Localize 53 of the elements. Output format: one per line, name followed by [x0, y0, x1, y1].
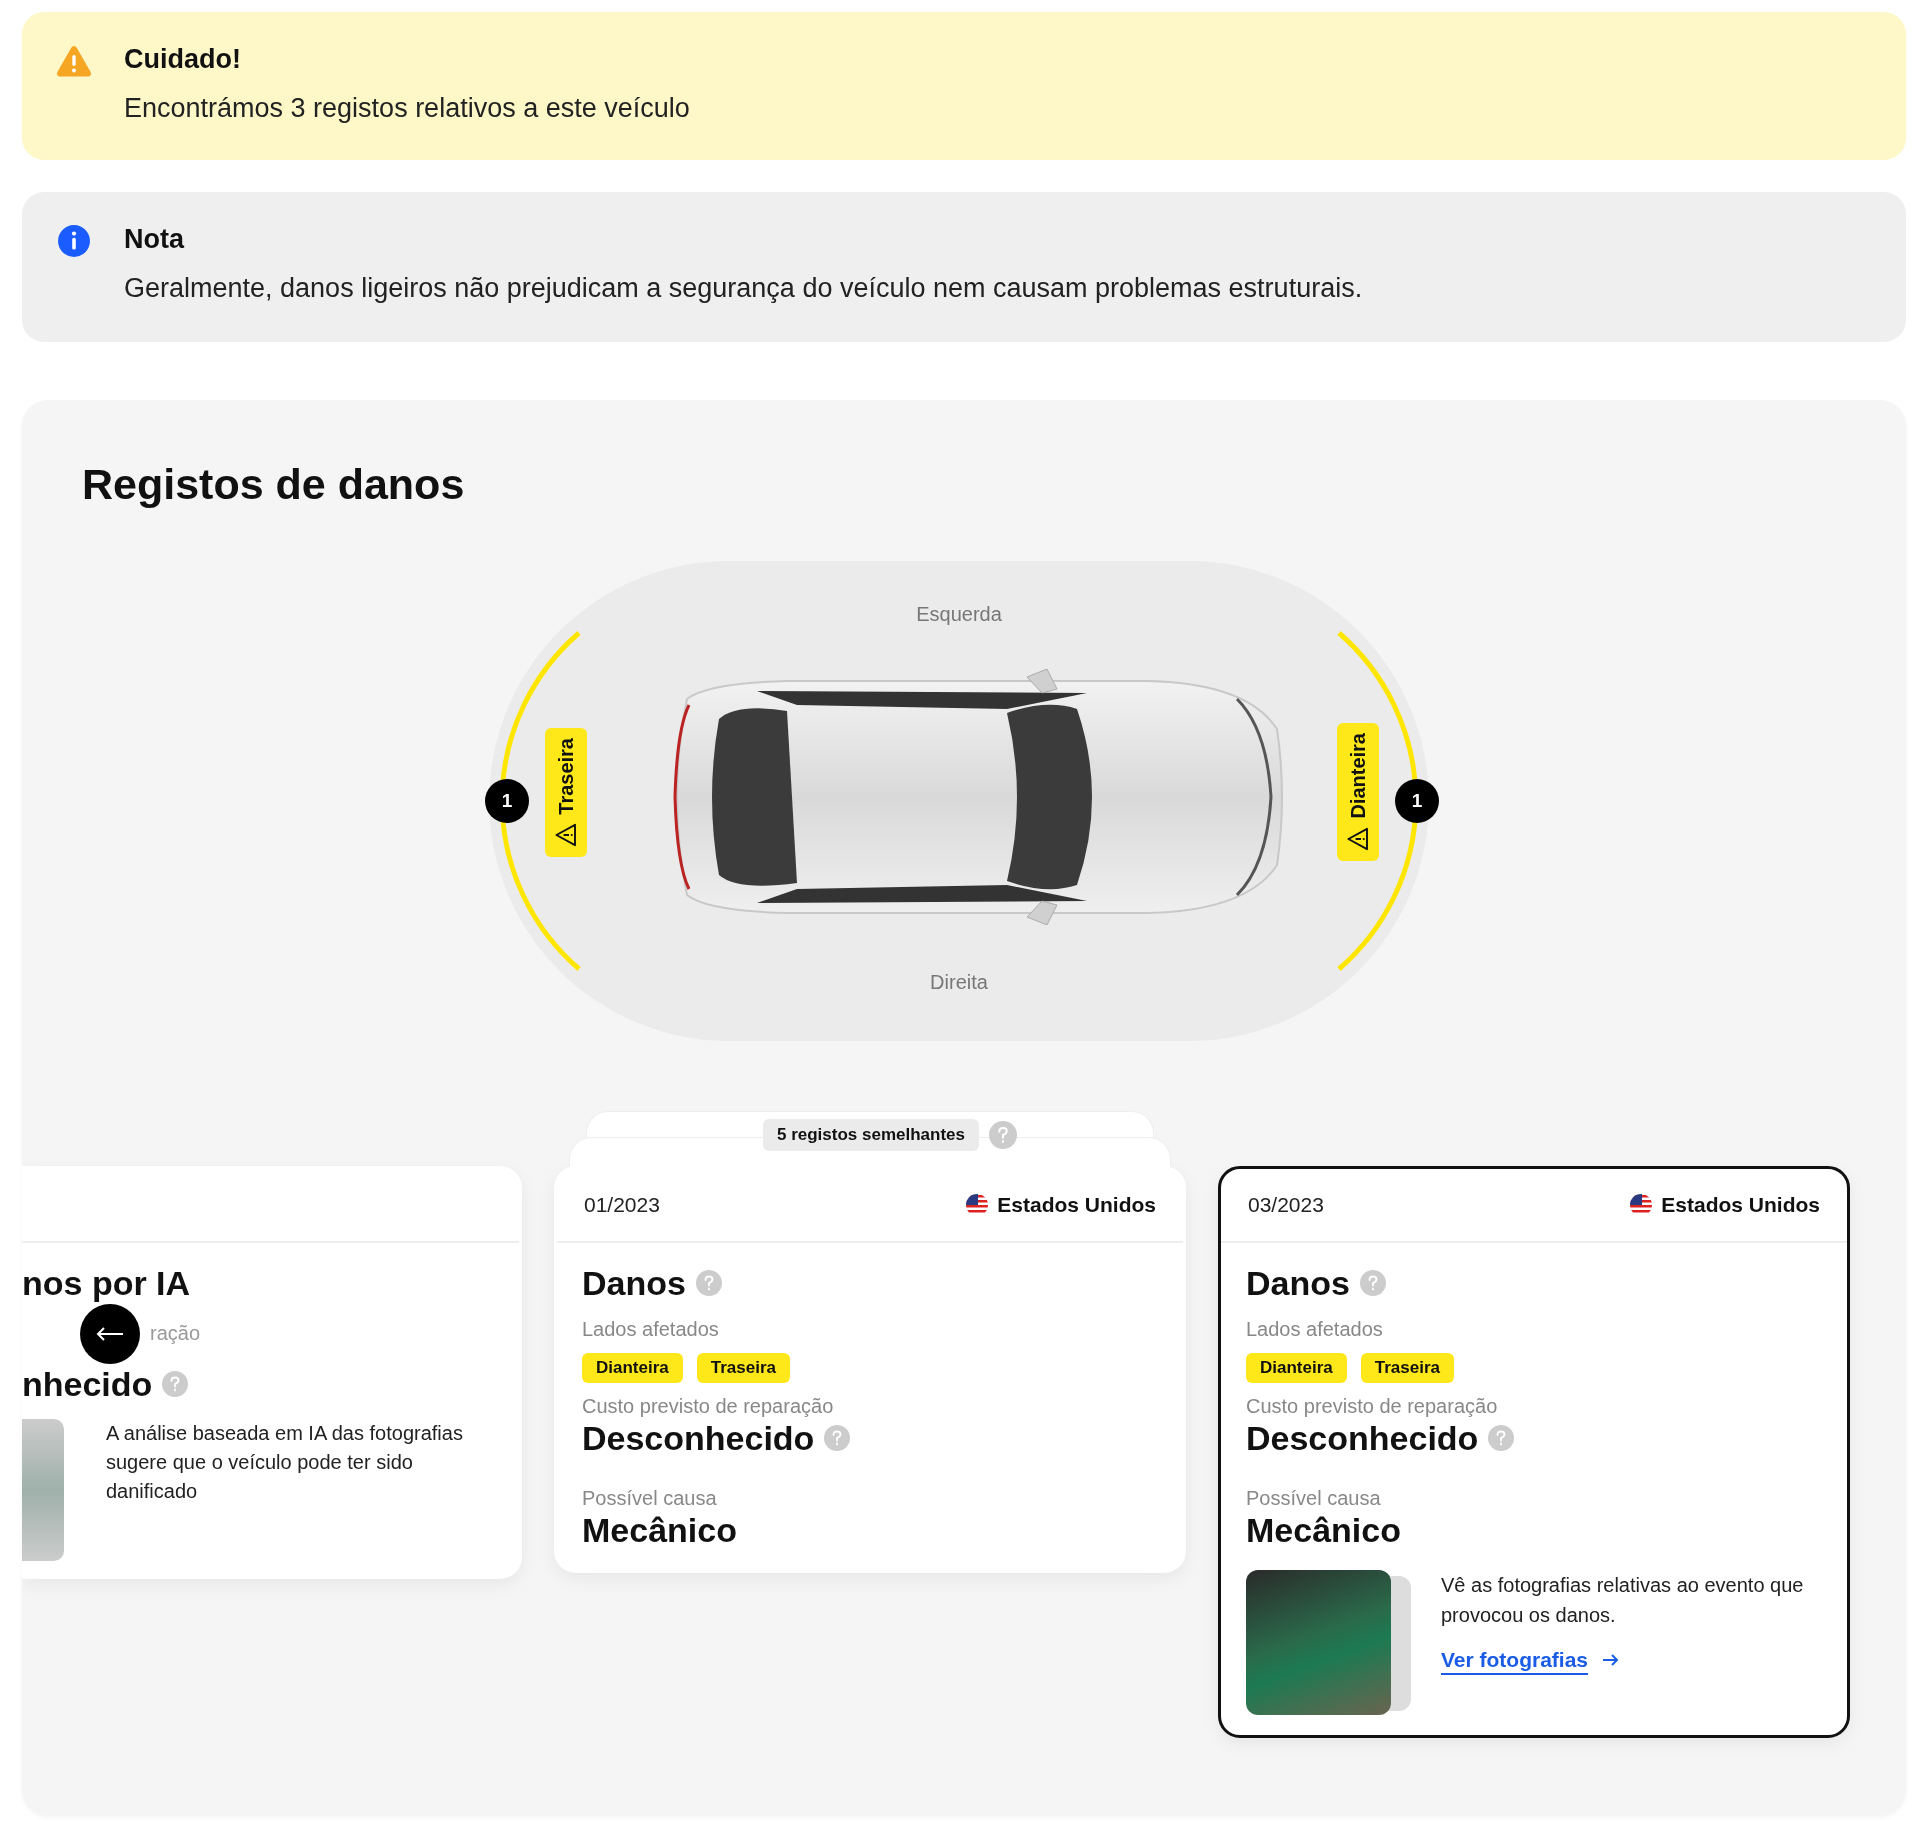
help-icon[interactable]	[695, 1270, 722, 1297]
card-description: A análise baseada em IA das fotografias sugere que o veículo pode ter sido danificado	[106, 1420, 464, 1504]
field-label: ração	[150, 1322, 201, 1346]
info-icon	[56, 224, 92, 258]
similar-records-badge: 5 registos semelhantes	[763, 1119, 979, 1151]
help-icon[interactable]	[1359, 1270, 1386, 1297]
card-title: Danos	[1246, 1263, 1350, 1304]
alert-title: Nota	[124, 224, 186, 255]
photos-description: Vê as fotografias relativas ao evento que provocou os danos.	[1441, 1573, 1805, 1629]
card-title: Danos	[582, 1263, 686, 1304]
field-value: nhecido	[22, 1363, 153, 1405]
side-label: Esquerda	[916, 603, 1002, 626]
help-icon[interactable]	[1488, 1425, 1515, 1452]
record-country: Estados Unidos	[1661, 1193, 1820, 1217]
record-card[interactable]: 01/2023 Estados Unidos Danos Lados afetados Dianteira Traseira Custo previsto de reparação Desconhecido Possível causa Mecânico	[554, 1166, 1186, 1574]
right-arrow-icon	[1602, 1653, 1621, 1668]
alert-message: Encontrámos 3 registos relativos a este veículo	[124, 93, 690, 124]
alert-message: Geralmente, danos ligeiros não prejudicam a segurança do veículo nem causam problemas estruturais.	[124, 273, 1363, 304]
record-country: Estados Unidos	[997, 1193, 1156, 1217]
side-tag: Dianteira	[1246, 1352, 1347, 1383]
field-value: Mecânico	[582, 1509, 738, 1551]
field-label: Lados afetados	[582, 1317, 720, 1341]
alert-title: Cuidado!	[124, 44, 242, 75]
side-tag: Traseira	[1360, 1352, 1454, 1383]
field-label: Possível causa	[1246, 1486, 1382, 1510]
field-value: Desconhecido	[1246, 1417, 1479, 1459]
field-label: Custo previsto de reparação	[1246, 1394, 1499, 1418]
side-tag: Dianteira	[582, 1352, 683, 1383]
field-label: Custo previsto de reparação	[582, 1394, 835, 1418]
count-badge: 1	[485, 779, 529, 823]
field-value: Desconhecido	[582, 1417, 815, 1459]
help-icon[interactable]	[989, 1121, 1017, 1149]
warning-icon	[56, 44, 92, 78]
record-card[interactable]	[1218, 1166, 1850, 1739]
view-photos-link[interactable]: Ver fotografias	[1441, 1648, 1621, 1673]
card-title: nos por IA	[22, 1263, 192, 1304]
section-title: Registos de danos	[81, 459, 466, 509]
left-arrow-icon	[95, 1325, 125, 1342]
photo-placeholder[interactable]	[1246, 1570, 1391, 1716]
warning-icon	[1346, 826, 1370, 851]
field-label: Lados afetados	[1246, 1317, 1384, 1341]
field-label: Possível causa	[582, 1486, 718, 1510]
side-label: Direita	[930, 971, 988, 994]
count-badge: 1	[1395, 779, 1439, 823]
damage-tag-label: Dianteira	[1346, 733, 1370, 819]
record-date: 01/2023	[584, 1193, 660, 1217]
warning-icon	[554, 822, 578, 847]
side-tag: Traseira	[696, 1352, 790, 1383]
record-date: 03/2023	[1248, 1193, 1324, 1217]
damage-tag-label: Traseira	[554, 738, 578, 815]
help-icon[interactable]	[824, 1425, 851, 1452]
field-value: Mecânico	[1246, 1509, 1402, 1551]
help-icon[interactable]	[162, 1371, 189, 1398]
